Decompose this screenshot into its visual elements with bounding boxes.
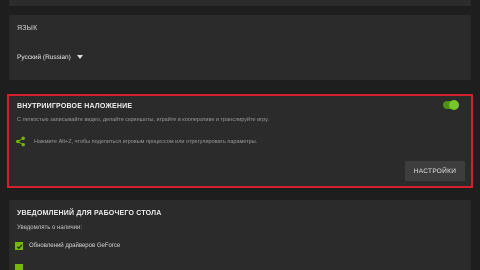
- share-hint-text: Нажмите Alt+Z, чтобы поделиться игровым …: [34, 138, 258, 145]
- checkbox[interactable]: [15, 242, 23, 250]
- checkbox-label: Обновлений драйверов GeForce: [29, 243, 121, 249]
- notifications-title: УВЕДОМЛЕНИЙ ДЛЯ РАБОЧЕГО СТОЛА: [17, 210, 162, 217]
- language-selected-value: Русский (Russian): [17, 53, 71, 61]
- overlay-title: ВНУТРИИГРОВОЕ НАЛОЖЕНИЕ: [17, 103, 133, 110]
- in-game-overlay-panel: ВНУТРИИГРОВОЕ НАЛОЖЕНИЕ С легкостью запи…: [7, 94, 473, 188]
- checkbox[interactable]: [15, 264, 23, 270]
- notifications-subtitle: Уведомлять о наличии:: [17, 225, 83, 231]
- language-panel: ЯЗЫК Русский (Russian): [9, 15, 471, 80]
- overlay-description: С легкостью записывайте видео, делайте с…: [17, 117, 269, 123]
- settings-page: ЯЗЫК Русский (Russian) ВНУТРИИГРОВОЕ НАЛ…: [0, 0, 480, 270]
- desktop-notifications-panel: УВЕДОМЛЕНИЙ ДЛЯ РАБОЧЕГО СТОЛА Уведомлят…: [9, 200, 471, 270]
- language-select[interactable]: Русский (Russian): [17, 52, 83, 62]
- toggle-knob: [449, 100, 459, 110]
- driver-updates-checkbox-row[interactable]: Обновлений драйверов GeForce: [15, 242, 120, 250]
- second-checkbox-row[interactable]: [15, 264, 29, 270]
- language-label: ЯЗЫК: [17, 25, 38, 32]
- share-hint-row: Нажмите Alt+Z, чтобы поделиться игровым …: [15, 136, 257, 147]
- share-icon: [16, 136, 25, 147]
- chevron-down-icon: [76, 55, 83, 59]
- checkmark-icon: [16, 243, 22, 249]
- previous-panel: [9, 0, 471, 6]
- settings-button[interactable]: НАСТРОЙКИ: [405, 161, 465, 181]
- overlay-toggle[interactable]: [443, 100, 459, 110]
